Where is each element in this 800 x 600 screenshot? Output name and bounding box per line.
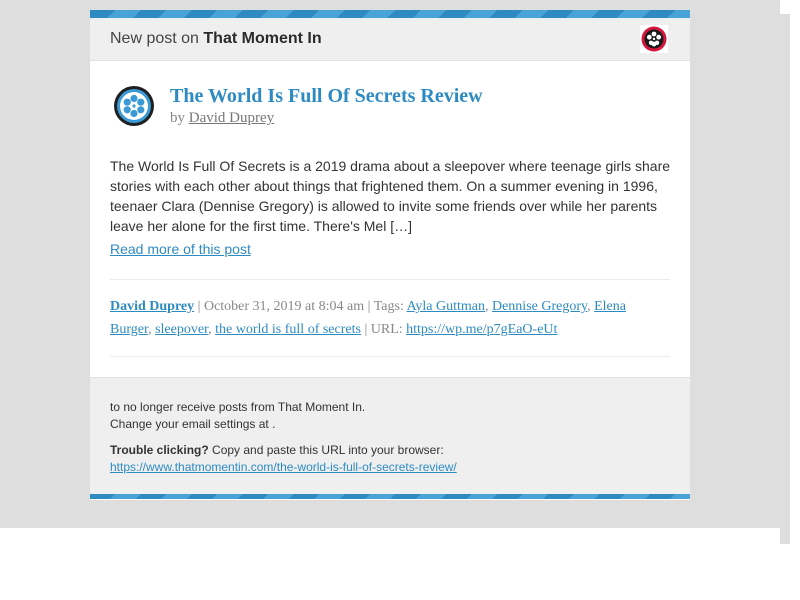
- header-title: New post on That Moment In: [110, 30, 322, 48]
- read-more-link[interactable]: Read more of this post: [110, 241, 251, 257]
- email-header: New post on That Moment In: [90, 18, 690, 61]
- post-excerpt: The World Is Full Of Secrets is a 2019 d…: [110, 158, 671, 234]
- post-date: October 31, 2019 at 8:04 am: [203, 299, 365, 314]
- tag-link[interactable]: the world is full of secrets: [215, 322, 361, 337]
- header-prefix: New post on: [110, 30, 199, 47]
- email-footer: to no longer receive posts from That Mom…: [90, 377, 690, 495]
- film-reel-icon[interactable]: [113, 85, 155, 127]
- meta-author-link[interactable]: David Duprey: [110, 299, 194, 314]
- byline: by David Duprey: [170, 110, 274, 127]
- tags-prefix: | Tags:: [364, 299, 407, 314]
- tag-link[interactable]: Dennise Gregory: [492, 299, 587, 314]
- post-meta: David Duprey | October 31, 2019 at 8:04 …: [110, 299, 626, 337]
- unsubscribe-text: to no longer receive posts from That Mom…: [110, 400, 366, 414]
- post-title-link[interactable]: The World Is Full Of Secrets Review: [170, 85, 483, 108]
- byline-prefix: by: [170, 110, 185, 126]
- short-url-link[interactable]: https://wp.me/p7gEaO-eUt: [406, 322, 557, 337]
- tag-link[interactable]: Ayla Guttman: [407, 299, 485, 314]
- trouble-clicking-info: Trouble clicking? Copy and paste this UR…: [110, 442, 457, 476]
- page-background-edge: [780, 14, 790, 544]
- site-name[interactable]: That Moment In: [203, 30, 321, 47]
- film-reel-icon[interactable]: [640, 25, 668, 53]
- settings-text: Change your email settings at .: [110, 417, 276, 431]
- full-url-link[interactable]: https://www.thatmomentin.com/the-world-i…: [110, 460, 457, 474]
- tag-link[interactable]: sleepover: [155, 322, 208, 337]
- top-stripe: [90, 10, 690, 18]
- trouble-text: Copy and paste this URL into your browse…: [208, 443, 444, 457]
- divider: [110, 279, 670, 280]
- url-prefix: | URL:: [360, 322, 407, 337]
- author-link[interactable]: David Duprey: [189, 110, 274, 126]
- email-card: New post on That Moment In The World Is …: [90, 10, 690, 500]
- divider: [110, 356, 670, 357]
- trouble-label: Trouble clicking?: [110, 443, 209, 457]
- bottom-stripe: [90, 494, 690, 499]
- meta-separator: |: [194, 299, 204, 314]
- subscription-info: to no longer receive posts from That Mom…: [110, 399, 365, 433]
